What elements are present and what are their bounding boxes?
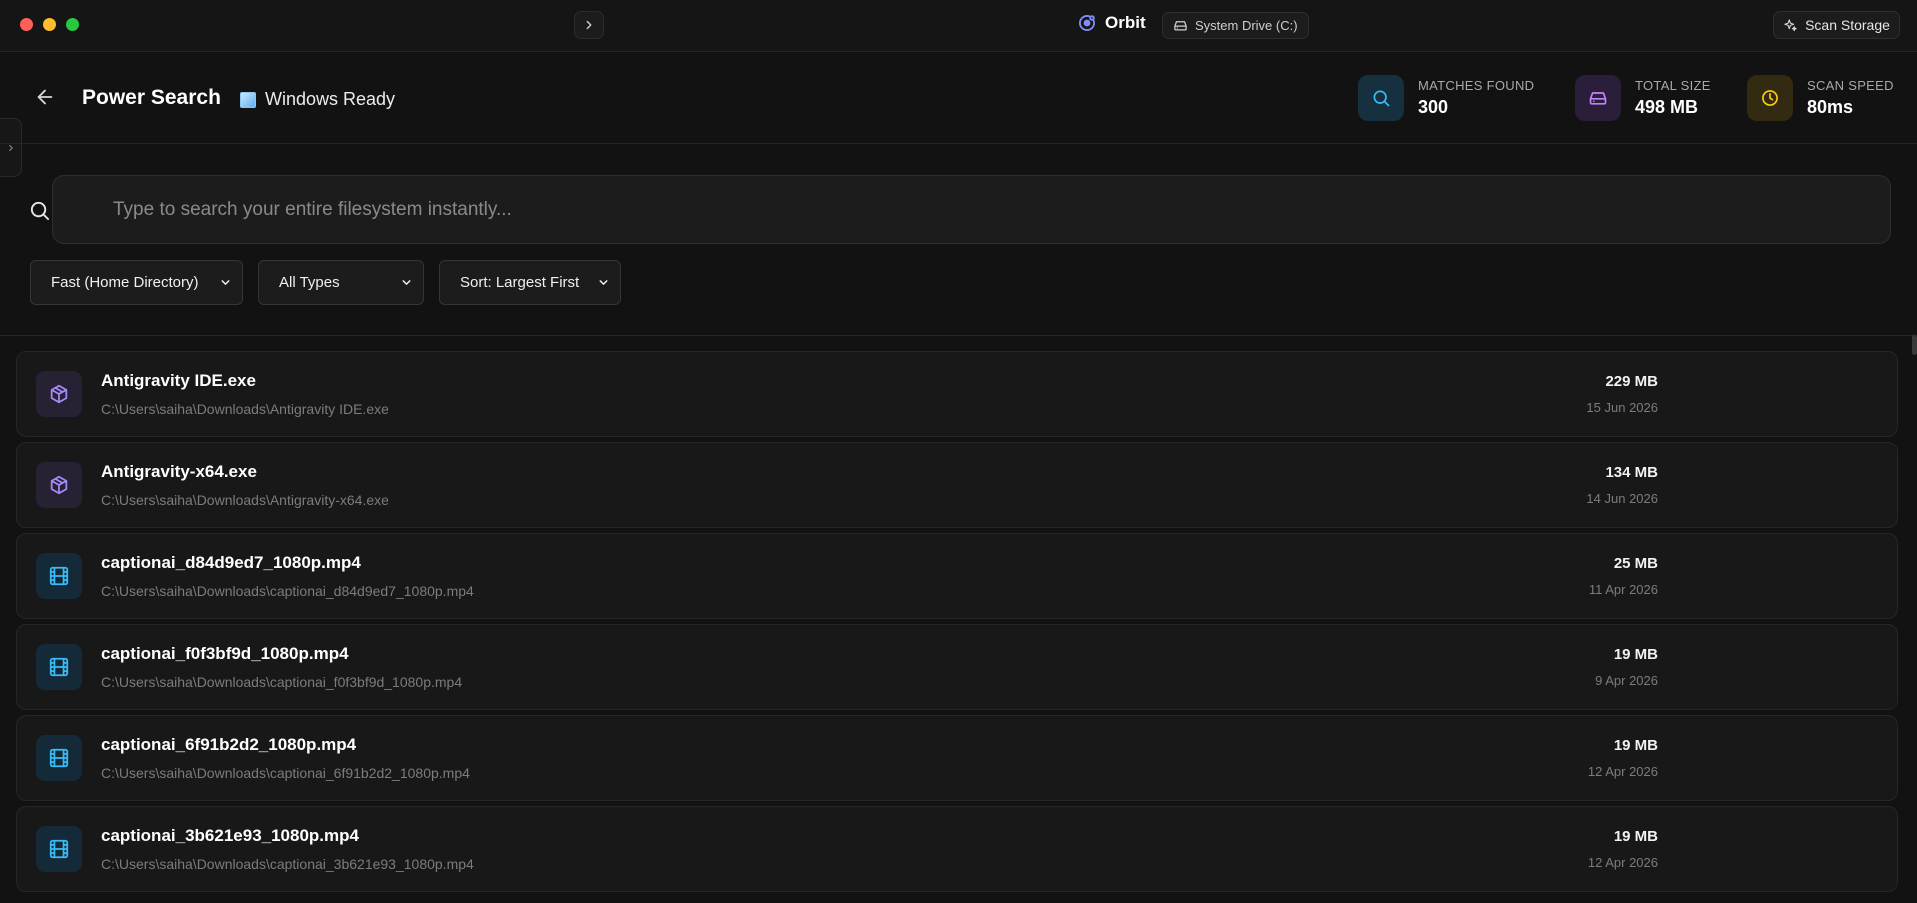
scrollbar-thumb[interactable] — [1912, 335, 1917, 355]
orbit-logo-icon — [1079, 15, 1095, 31]
page-title: Power Search — [82, 86, 221, 109]
chevron-down-icon — [599, 280, 608, 285]
arrow-left-icon — [37, 89, 53, 105]
sidebar-toggle-button[interactable] — [574, 11, 604, 39]
file-size: 19 MB — [1613, 646, 1658, 663]
result-row[interactable]: captionai_3b621e93_1080p.mp4 C:\Users\sa… — [16, 806, 1898, 892]
scan-storage-label: Scan Storage — [1805, 17, 1890, 33]
stat-total-size: TOTAL SIZE 498 MB — [1575, 75, 1711, 121]
os-status-label: Windows Ready — [265, 89, 396, 109]
result-row[interactable]: captionai_f0f3bf9d_1080p.mp4 C:\Users\sa… — [16, 624, 1898, 710]
file-date: 9 Apr 2026 — [1595, 673, 1658, 688]
stat-value: 300 — [1418, 97, 1449, 117]
file-size: 25 MB — [1613, 555, 1658, 572]
drive-badge[interactable]: System Drive (C:) — [1162, 12, 1309, 39]
sort-select-value: Sort: Largest First — [460, 274, 580, 291]
video-icon — [36, 826, 82, 872]
file-date: 15 Jun 2026 — [1586, 400, 1658, 415]
file-path: C:\Users\saiha\Downloads\captionai_d84d9… — [101, 583, 474, 599]
chevron-right-icon — [8, 144, 13, 151]
file-date: 14 Jun 2026 — [1586, 491, 1658, 506]
file-name: captionai_3b621e93_1080p.mp4 — [101, 826, 359, 845]
video-icon — [36, 735, 82, 781]
sort-select[interactable]: Sort: Largest First — [439, 260, 621, 305]
file-name: captionai_d84d9ed7_1080p.mp4 — [101, 553, 361, 572]
result-row[interactable]: Antigravity IDE.exe C:\Users\saiha\Downl… — [16, 351, 1898, 437]
package-icon — [36, 371, 82, 417]
title-bar: Orbit System Drive (C:) Scan Storage — [0, 0, 1917, 52]
file-size: 229 MB — [1605, 373, 1658, 390]
search-box — [52, 175, 1891, 244]
app-window: Orbit System Drive (C:) Scan Storage Pow… — [0, 0, 1917, 903]
result-row[interactable]: captionai_d84d9ed7_1080p.mp4 C:\Users\sa… — [16, 533, 1898, 619]
type-select-value: All Types — [279, 274, 340, 291]
file-date: 12 Apr 2026 — [1587, 855, 1658, 870]
search-icon — [28, 199, 52, 223]
scan-storage-button[interactable]: Scan Storage — [1773, 11, 1900, 39]
stat-value: 498 MB — [1635, 97, 1699, 117]
windows-logo-icon — [240, 91, 256, 108]
chevron-right-icon — [586, 20, 592, 30]
file-name: Antigravity-x64.exe — [101, 462, 257, 481]
stat-value: 80ms — [1807, 97, 1854, 117]
clock-icon — [1747, 75, 1793, 121]
search-icon — [1358, 75, 1404, 121]
file-size: 19 MB — [1613, 737, 1658, 754]
app-brand: Orbit — [1077, 13, 1146, 33]
package-icon — [36, 462, 82, 508]
video-icon — [36, 553, 82, 599]
chevron-down-icon — [221, 280, 230, 285]
drive-label: System Drive (C:) — [1195, 18, 1298, 33]
scope-select[interactable]: Fast (Home Directory) — [30, 260, 243, 305]
file-path: C:\Users\saiha\Downloads\Antigravity-x64… — [101, 492, 389, 508]
file-name: Antigravity IDE.exe — [101, 371, 256, 390]
file-path: C:\Users\saiha\Downloads\captionai_3b621… — [101, 856, 474, 872]
stat-matches-found: MATCHES FOUND 300 — [1358, 75, 1534, 121]
chevron-down-icon — [402, 280, 411, 285]
window-maximize-button[interactable] — [66, 18, 79, 31]
drive-icon — [1575, 75, 1621, 121]
stat-label: MATCHES FOUND — [1418, 78, 1535, 93]
result-row[interactable]: captionai_6f91b2d2_1080p.mp4 C:\Users\sa… — [16, 715, 1898, 801]
file-name: captionai_6f91b2d2_1080p.mp4 — [101, 735, 357, 754]
file-date: 11 Apr 2026 — [1588, 582, 1658, 597]
scope-select-value: Fast (Home Directory) — [51, 274, 199, 291]
stat-label: TOTAL SIZE — [1635, 78, 1711, 93]
stat-label: SCAN SPEED — [1807, 78, 1894, 93]
sparkles-icon — [1784, 18, 1797, 31]
window-close-button[interactable] — [20, 18, 33, 31]
file-path: C:\Users\saiha\Downloads\Antigravity IDE… — [101, 401, 389, 417]
back-button[interactable] — [34, 86, 58, 110]
video-icon — [36, 644, 82, 690]
file-size: 134 MB — [1605, 464, 1658, 481]
result-row[interactable]: Antigravity-x64.exe C:\Users\saiha\Downl… — [16, 442, 1898, 528]
stat-scan-speed: SCAN SPEED 80ms — [1747, 75, 1894, 121]
type-select[interactable]: All Types — [258, 260, 424, 305]
window-minimize-button[interactable] — [43, 18, 56, 31]
search-input[interactable] — [53, 176, 1890, 243]
os-status: Windows Ready — [240, 89, 395, 110]
app-name: Orbit — [1105, 13, 1146, 32]
file-path: C:\Users\saiha\Downloads\captionai_6f91b… — [101, 765, 470, 781]
file-name: captionai_f0f3bf9d_1080p.mp4 — [101, 644, 349, 663]
divider — [0, 335, 1917, 336]
file-size: 19 MB — [1613, 828, 1658, 845]
drive-icon — [1174, 21, 1187, 31]
page-header: Power Search Windows Ready MATCHES FOUND… — [0, 52, 1917, 144]
file-path: C:\Users\saiha\Downloads\captionai_f0f3b… — [101, 674, 463, 690]
file-date: 12 Apr 2026 — [1587, 764, 1658, 779]
